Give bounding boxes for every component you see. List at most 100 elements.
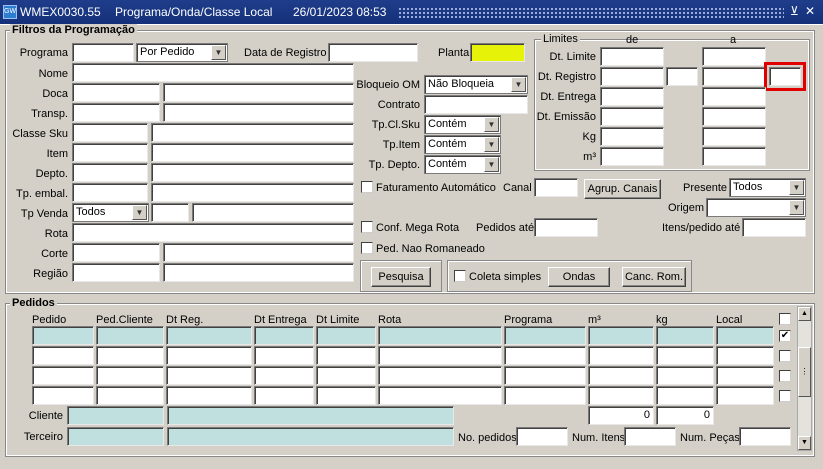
- cell-pedido[interactable]: [32, 386, 94, 405]
- data-registro-input[interactable]: [328, 43, 418, 62]
- depto-desc-input[interactable]: [151, 163, 354, 182]
- tp-venda-code-input[interactable]: [151, 203, 189, 222]
- chevron-down-icon[interactable]: ▼: [132, 205, 147, 220]
- ondas-button[interactable]: Ondas: [548, 267, 610, 287]
- cell-ped-cliente[interactable]: [96, 326, 164, 345]
- conf-mega-rota-checkbox[interactable]: [361, 221, 373, 233]
- canc-rom-button[interactable]: Canc. Rom.: [622, 267, 686, 287]
- row-checkbox[interactable]: [779, 370, 791, 382]
- dt-entrega-de-input[interactable]: [600, 87, 664, 106]
- origem-select[interactable]: ▼: [706, 198, 806, 217]
- canal-input[interactable]: [534, 178, 578, 197]
- cell-dt-entrega[interactable]: [254, 386, 314, 405]
- dt-limite-de-input[interactable]: [600, 47, 664, 66]
- regiao-desc-input[interactable]: [163, 263, 354, 282]
- item-code-input[interactable]: [72, 143, 148, 162]
- m3-a-input[interactable]: [702, 147, 766, 166]
- cell-dt-limite[interactable]: [316, 346, 376, 365]
- cell-local[interactable]: [716, 326, 774, 345]
- tp-embal-code-input[interactable]: [72, 183, 148, 202]
- kg-de-input[interactable]: [600, 127, 664, 146]
- tp-depto-select[interactable]: Contém ▼: [424, 155, 501, 174]
- m3-de-input[interactable]: [600, 147, 664, 166]
- dt-limite-a-input[interactable]: [702, 47, 766, 66]
- cell-dt-limite[interactable]: [316, 366, 376, 385]
- tp-item-select[interactable]: Contém ▼: [424, 135, 501, 154]
- faturamento-checkbox[interactable]: [361, 181, 373, 193]
- cell-kg[interactable]: [656, 346, 714, 365]
- rota-input[interactable]: [72, 223, 354, 242]
- presente-select[interactable]: Todos ▼: [729, 178, 806, 197]
- tp-venda-desc-input[interactable]: [192, 203, 354, 222]
- cell-rota[interactable]: [378, 326, 502, 345]
- chevron-down-icon[interactable]: ▼: [511, 77, 526, 92]
- pedidos-ate-input[interactable]: [534, 218, 598, 237]
- scroll-down-icon[interactable]: ▼: [798, 436, 811, 450]
- tp-embal-desc-input[interactable]: [151, 183, 354, 202]
- ped-nao-romaneado-checkbox[interactable]: [361, 242, 373, 254]
- dt-emissao-de-input[interactable]: [600, 107, 664, 126]
- chevron-down-icon[interactable]: ▼: [211, 45, 226, 60]
- doca-desc-input[interactable]: [163, 83, 354, 102]
- dt-registro-a-input[interactable]: [702, 67, 766, 86]
- contrato-input[interactable]: [424, 95, 528, 114]
- cell-m3[interactable]: [588, 326, 654, 345]
- itens-pedido-ate-input[interactable]: [742, 218, 806, 237]
- chevron-down-icon[interactable]: ▼: [484, 157, 499, 172]
- close-icon[interactable]: ✕: [805, 4, 815, 18]
- classe-sku-code-input[interactable]: [72, 123, 148, 142]
- kg-a-input[interactable]: [702, 127, 766, 146]
- cell-local[interactable]: [716, 346, 774, 365]
- minimize-icon[interactable]: ⊻: [790, 4, 799, 18]
- pedidos-vertical-scrollbar[interactable]: ▲ ⋮ ▼: [797, 306, 812, 451]
- cell-m3[interactable]: [588, 366, 654, 385]
- bloqueio-om-select[interactable]: Não Bloqueia ▼: [424, 75, 528, 94]
- cell-local[interactable]: [716, 366, 774, 385]
- cell-programa[interactable]: [504, 366, 586, 385]
- cell-ped-cliente[interactable]: [96, 366, 164, 385]
- classe-sku-desc-input[interactable]: [151, 123, 354, 142]
- dt-emissao-a-input[interactable]: [702, 107, 766, 126]
- cell-dt-reg[interactable]: [166, 386, 252, 405]
- nome-input[interactable]: [72, 63, 354, 82]
- cell-dt-reg[interactable]: [166, 346, 252, 365]
- programa-input[interactable]: [72, 43, 134, 62]
- cell-rota[interactable]: [378, 366, 502, 385]
- row-checkbox[interactable]: [779, 350, 791, 362]
- chevron-down-icon[interactable]: ▼: [484, 137, 499, 152]
- cell-dt-reg[interactable]: [166, 326, 252, 345]
- doca-code-input[interactable]: [72, 83, 160, 102]
- cell-kg[interactable]: [656, 326, 714, 345]
- dt-registro-de-hora-input[interactable]: [666, 67, 698, 86]
- transp-desc-input[interactable]: [163, 103, 354, 122]
- planta-input[interactable]: [470, 43, 525, 62]
- pesquisa-button[interactable]: Pesquisa: [371, 267, 431, 287]
- cell-ped-cliente[interactable]: [96, 346, 164, 365]
- cell-kg[interactable]: [656, 366, 714, 385]
- cell-rota[interactable]: [378, 386, 502, 405]
- scroll-thumb[interactable]: ⋮: [798, 347, 811, 397]
- dt-entrega-a-input[interactable]: [702, 87, 766, 106]
- cell-dt-entrega[interactable]: [254, 326, 314, 345]
- corte-desc-input[interactable]: [163, 243, 354, 262]
- cell-programa[interactable]: [504, 346, 586, 365]
- depto-code-input[interactable]: [72, 163, 148, 182]
- cell-kg[interactable]: [656, 386, 714, 405]
- chevron-down-icon[interactable]: ▼: [484, 117, 499, 132]
- cell-local[interactable]: [716, 386, 774, 405]
- cell-rota[interactable]: [378, 346, 502, 365]
- cell-ped-cliente[interactable]: [96, 386, 164, 405]
- cell-dt-reg[interactable]: [166, 366, 252, 385]
- programa-tipo-select[interactable]: Por Pedido ▼: [136, 43, 228, 62]
- cell-programa[interactable]: [504, 326, 586, 345]
- dt-registro-de-input[interactable]: [600, 67, 664, 86]
- cell-dt-limite[interactable]: [316, 326, 376, 345]
- corte-code-input[interactable]: [72, 243, 160, 262]
- row-checkbox[interactable]: [779, 390, 791, 402]
- item-desc-input[interactable]: [151, 143, 354, 162]
- scroll-up-icon[interactable]: ▲: [798, 307, 811, 321]
- cell-programa[interactable]: [504, 386, 586, 405]
- regiao-code-input[interactable]: [72, 263, 160, 282]
- cell-pedido[interactable]: [32, 366, 94, 385]
- tp-venda-select[interactable]: Todos ▼: [72, 203, 149, 222]
